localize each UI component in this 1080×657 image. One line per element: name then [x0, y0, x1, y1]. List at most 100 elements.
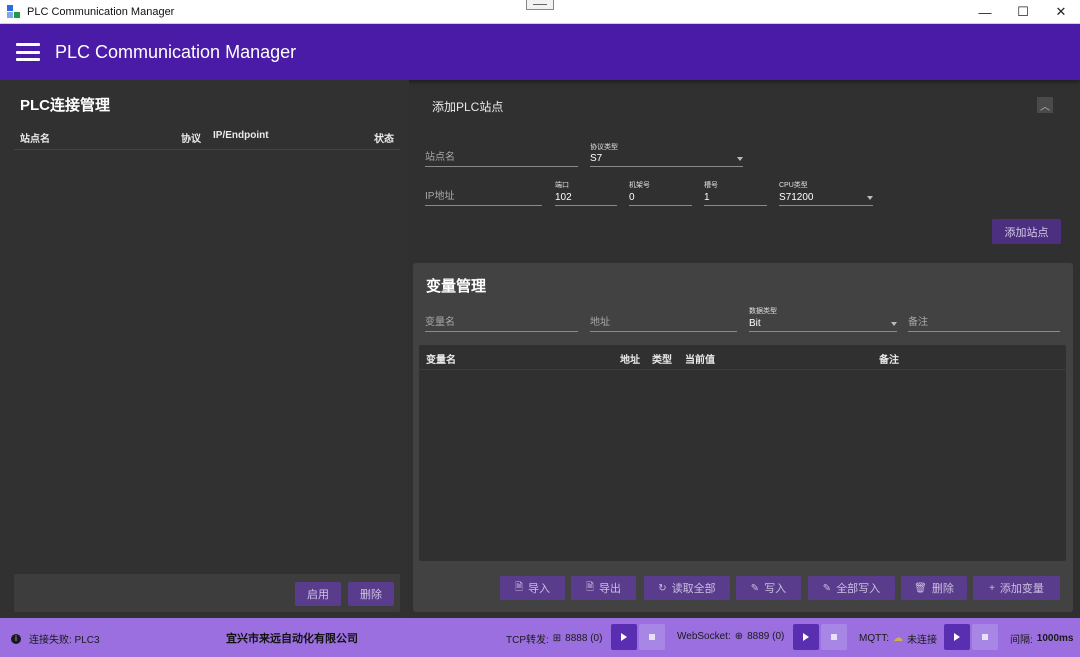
station-name-field[interactable]: 站点名: [425, 146, 578, 167]
variable-address-field[interactable]: 地址: [590, 311, 737, 332]
delete-station-button[interactable]: 删除: [348, 582, 394, 606]
port-value: 102: [555, 192, 572, 203]
interval-status: 间隔: 1000ms: [1010, 633, 1074, 646]
play-icon: [621, 633, 627, 641]
slot-field[interactable]: 槽号 1: [704, 180, 767, 206]
refresh-icon: ↻: [658, 582, 667, 594]
app-header: PLC Communication Manager: [0, 24, 1080, 80]
ip-placeholder: IP地址: [425, 191, 455, 202]
cpu-type-value: S71200: [779, 192, 814, 203]
station-name-placeholder: 站点名: [425, 152, 455, 163]
status-bar: i 连接失败: PLC3 宜兴市来远自动化有限公司 TCP转发: ⊞ 8888 …: [0, 618, 1080, 657]
add-variable-button[interactable]: + 添加变量: [973, 576, 1060, 600]
variable-remark-placeholder: 备注: [908, 317, 928, 328]
play-icon: [803, 633, 809, 641]
protocol-label: 协议类型: [590, 144, 618, 151]
cpu-type-label: CPU类型: [779, 182, 808, 189]
datatype-select[interactable]: 数据类型 Bit: [749, 306, 897, 332]
websocket-stop-button[interactable]: [821, 624, 847, 650]
write-all-button[interactable]: ✎ 全部写入: [808, 576, 895, 600]
connection-table-header: 站点名 协议 IP/Endpoint 状态: [14, 128, 400, 150]
tcp-stop-button[interactable]: [639, 624, 665, 650]
websocket-status: WebSocket: ⊕ 8889 (0): [677, 631, 785, 642]
mqtt-stop-button[interactable]: [972, 624, 998, 650]
network-icon: ⊞: [552, 633, 562, 644]
variable-table-header: 变量名 地址 类型 当前值 备注: [419, 345, 1066, 370]
enable-button[interactable]: 启用: [295, 582, 341, 606]
dropdown-arrow-icon: [891, 322, 897, 326]
datatype-value: Bit: [749, 318, 761, 329]
variable-management-panel: 变量管理 变量名 地址 数据类型 Bit 备注 变量名 地址 类型 当前值 备注…: [413, 263, 1073, 612]
mqtt-status: MQTT: ☁ 未连接: [859, 633, 937, 646]
edit-box-icon: ✎: [822, 582, 832, 594]
protocol-select[interactable]: 协议类型 S7: [590, 142, 743, 167]
maximize-button[interactable]: ☐: [1004, 0, 1042, 24]
plc-connection-panel: PLC连接管理 站点名 协议 IP/Endpoint 状态 启用 删除: [0, 80, 409, 618]
variable-panel-title: 变量管理: [426, 278, 487, 295]
stop-icon: [831, 634, 837, 640]
slot-value: 1: [704, 192, 710, 203]
stop-icon: [649, 634, 655, 640]
protocol-value: S7: [590, 153, 603, 164]
write-button[interactable]: ✎ 写入: [736, 576, 801, 600]
column-protocol[interactable]: 协议: [181, 130, 201, 145]
cloud-icon: ☁: [893, 633, 903, 644]
pencil-icon: ✎: [750, 582, 760, 594]
cpu-type-select[interactable]: CPU类型 S71200: [779, 180, 873, 206]
import-button[interactable]: 🗎 导入: [500, 576, 565, 600]
dropdown-arrow-icon: [867, 196, 873, 200]
column-remark[interactable]: 备注: [879, 351, 899, 366]
variable-name-placeholder: 变量名: [425, 317, 455, 328]
column-endpoint[interactable]: IP/Endpoint: [213, 130, 269, 141]
window-titlebar: PLC Communication Manager — ☐ ✕: [0, 0, 1080, 24]
variable-name-field[interactable]: 变量名: [425, 311, 578, 332]
dropdown-arrow-icon: [737, 157, 743, 161]
slot-label: 槽号: [704, 182, 718, 189]
port-label: 端口: [555, 182, 569, 189]
tcp-start-button[interactable]: [611, 624, 637, 650]
column-current-value[interactable]: 当前值: [685, 351, 715, 366]
mqtt-start-button[interactable]: [944, 624, 970, 650]
rack-value: 0: [629, 192, 635, 203]
close-button[interactable]: ✕: [1042, 0, 1080, 24]
app-title: PLC Communication Manager: [55, 41, 297, 62]
rack-label: 机架号: [629, 182, 650, 189]
menu-icon[interactable]: [16, 43, 40, 61]
stop-icon: [982, 634, 988, 640]
ip-address-field[interactable]: IP地址: [425, 185, 542, 206]
globe-icon: ⊕: [734, 631, 744, 642]
tcp-forward-status: TCP转发: ⊞ 8888 (0): [506, 633, 603, 646]
port-field[interactable]: 端口 102: [555, 180, 617, 206]
variable-address-placeholder: 地址: [590, 317, 610, 328]
column-variable-name[interactable]: 变量名: [426, 351, 456, 366]
column-address[interactable]: 地址: [620, 351, 640, 366]
trash-icon: 🗑: [914, 582, 927, 594]
minimize-button[interactable]: —: [966, 0, 1004, 24]
datatype-label: 数据类型: [749, 308, 777, 315]
rack-field[interactable]: 机架号 0: [629, 180, 692, 206]
column-station-name[interactable]: 站点名: [20, 130, 50, 145]
websocket-start-button[interactable]: [793, 624, 819, 650]
add-station-button[interactable]: 添加站点: [992, 219, 1061, 244]
play-icon: [954, 633, 960, 641]
file-export-icon: 🗎: [585, 581, 595, 593]
add-station-title: 添加PLC站点: [432, 100, 504, 114]
drag-handle[interactable]: [526, 0, 554, 10]
connection-actions: 启用 删除: [14, 574, 400, 612]
column-status[interactable]: 状态: [374, 130, 394, 145]
read-all-button[interactable]: ↻ 读取全部: [644, 576, 730, 600]
file-import-icon: 🗎: [514, 581, 524, 593]
variable-table: 变量名 地址 类型 当前值 备注: [419, 345, 1066, 561]
variable-remark-field[interactable]: 备注: [908, 311, 1060, 332]
plus-icon: +: [989, 582, 995, 594]
connection-status: i 连接失败: PLC3: [11, 631, 100, 646]
delete-variable-button[interactable]: 🗑 删除: [901, 576, 967, 600]
export-button[interactable]: 🗎 导出: [571, 576, 636, 600]
connection-status-text: 连接失败: PLC3: [29, 635, 100, 646]
connection-panel-title: PLC连接管理: [20, 97, 111, 114]
info-icon: i: [11, 633, 21, 644]
chevron-up-icon[interactable]: ︿: [1037, 97, 1053, 113]
column-type[interactable]: 类型: [652, 351, 672, 366]
window-title: PLC Communication Manager: [27, 5, 175, 18]
company-name: 宜兴市来远自动化有限公司: [226, 633, 358, 645]
